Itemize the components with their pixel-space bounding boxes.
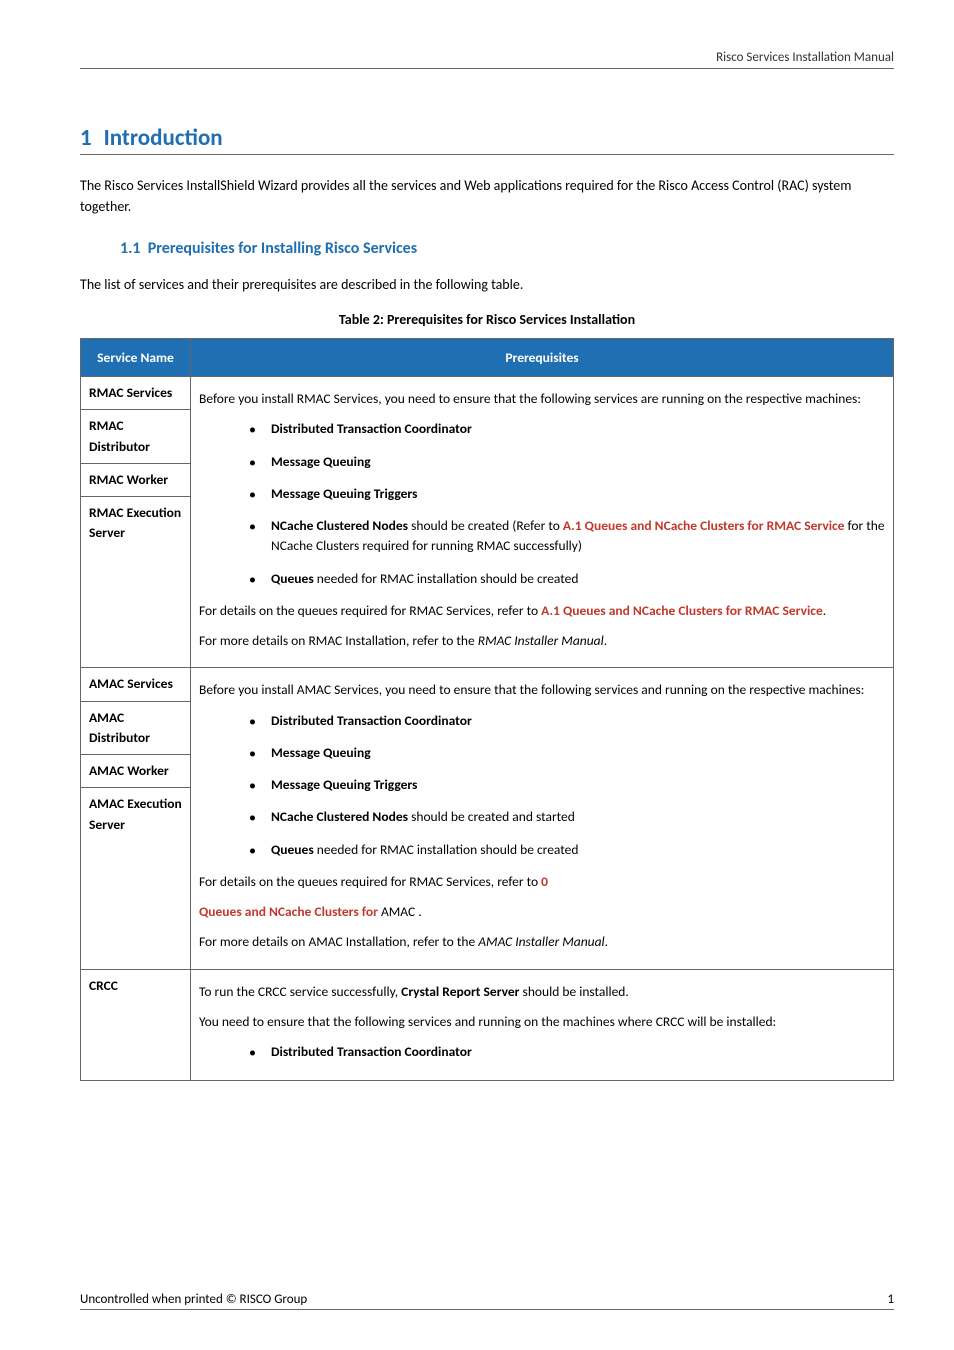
rmac-ref1-link: A.1 Queues and NCache Clusters for RMAC … — [541, 602, 823, 619]
amac-ref1-text: For details on the queues required for R… — [199, 873, 541, 890]
amac-ref3: For more details on AMAC Installation, r… — [199, 932, 885, 952]
subsection-heading: 1.1 Prerequisites for Installing Risco S… — [120, 239, 894, 258]
running-header: Risco Services Installation Manual — [80, 50, 894, 69]
amac-ref2: Queues and NCache Clusters for AMAC . — [199, 902, 885, 922]
service-name-cell: CRCC — [81, 969, 191, 1081]
amac-services-label: AMAC Services — [89, 675, 173, 692]
crcc-p2: You need to ensure that the following se… — [199, 1012, 885, 1032]
rmac-ref1: For details on the queues required for R… — [199, 601, 885, 621]
subsection-number: 1.1 — [120, 239, 141, 258]
page-footer: Uncontrolled when printed © RISCO Group … — [80, 1292, 894, 1310]
amac-lead: Before you install AMAC Services, you ne… — [199, 680, 885, 700]
table-caption: Table 2: Prerequisites for Risco Service… — [80, 311, 894, 328]
th-prerequisites: Prerequisites — [191, 339, 894, 377]
bullet-queues-text: needed for RMAC installation should be c… — [314, 570, 579, 587]
amac-ref2-link: Queues and NCache Clusters for — [199, 903, 381, 920]
table-row: CRCC To run the CRCC service successfull… — [81, 969, 894, 1081]
section-number: 1 — [80, 124, 92, 152]
footer-page-number: 1 — [887, 1292, 894, 1307]
bullet-dtc: Distributed Transaction Coordinator — [271, 420, 472, 437]
bullet-ncache-label: NCache Clustered Nodes — [271, 808, 408, 825]
crcc-bullets: Distributed Transaction Coordinator — [199, 1042, 885, 1062]
table-row: AMAC Services AMAC Distributor AMAC Work… — [81, 668, 894, 969]
crcc-p1-bold: Crystal Report Server — [401, 983, 519, 1000]
rmac-execution-server-label: RMAC Execution Server — [89, 504, 181, 541]
rmac-ref1-end: . — [823, 602, 826, 619]
amac-worker-label: AMAC Worker — [89, 762, 169, 779]
crcc-p1: To run the CRCC service successfully, Cr… — [199, 982, 885, 1002]
rmac-ref2: For more details on RMAC Installation, r… — [199, 631, 885, 651]
bullet-ncache-text: should be created and started — [408, 808, 575, 825]
section-title: Introduction — [104, 124, 223, 152]
rmac-worker-label: RMAC Worker — [89, 471, 168, 488]
rmac-distributor-label: RMAC Distributor — [89, 417, 150, 454]
bullet-mq: Message Queuing — [271, 744, 371, 761]
subsection-title: Prerequisites for Installing Risco Servi… — [148, 239, 417, 258]
prereq-cell: To run the CRCC service successfully, Cr… — [191, 969, 894, 1081]
rmac-ref2-text: For more details on RMAC Installation, r… — [199, 632, 478, 649]
rmac-ref2-manual: RMAC Installer Manual — [478, 632, 604, 649]
table-row: RMAC Services RMAC Distributor RMAC Work… — [81, 377, 894, 668]
th-service-name: Service Name — [81, 339, 191, 377]
amac-ref1: For details on the queues required for R… — [199, 872, 885, 892]
rmac-services-label: RMAC Services — [89, 384, 172, 401]
amac-ref1-link: 0 — [541, 873, 548, 890]
amac-execution-server-label: AMAC Execution Server — [89, 795, 182, 832]
rmac-ref2-end: . — [604, 632, 607, 649]
footer-left: Uncontrolled when printed © RISCO Group — [80, 1292, 307, 1307]
bullet-ncache-label: NCache Clustered Nodes — [271, 517, 408, 534]
prerequisites-table: Service Name Prerequisites RMAC Services… — [80, 338, 894, 1081]
prereq-cell: Before you install AMAC Services, you ne… — [191, 668, 894, 969]
crcc-p1-text2: should be installed. — [519, 983, 628, 1000]
amac-ref2-text: AMAC . — [381, 903, 422, 920]
rmac-ref1-text: For details on the queues required for R… — [199, 602, 541, 619]
bullet-mq: Message Queuing — [271, 453, 371, 470]
rmac-bullets: Distributed Transaction Coordinator Mess… — [199, 419, 885, 589]
bullet-ncache-ref: A.1 Queues and NCache Clusters for RMAC … — [563, 517, 845, 534]
amac-ref3-manual: AMAC Installer Manual — [478, 933, 604, 950]
bullet-queues-text: needed for RMAC installation should be c… — [314, 841, 579, 858]
bullet-dtc: Distributed Transaction Coordinator — [271, 712, 472, 729]
service-name-cell: AMAC Services AMAC Distributor AMAC Work… — [81, 668, 191, 969]
bullet-mqt: Message Queuing Triggers — [271, 776, 417, 793]
amac-ref3-end: . — [605, 933, 608, 950]
service-name-cell: RMAC Services RMAC Distributor RMAC Work… — [81, 377, 191, 668]
bullet-dtc: Distributed Transaction Coordinator — [271, 1043, 472, 1060]
rmac-lead: Before you install RMAC Services, you ne… — [199, 389, 885, 409]
bullet-queues-label: Queues — [271, 841, 314, 858]
intro-paragraph: The Risco Services InstallShield Wizard … — [80, 175, 894, 217]
amac-distributor-label: AMAC Distributor — [89, 709, 150, 746]
crcc-p1-text1: To run the CRCC service successfully, — [199, 983, 401, 1000]
amac-bullets: Distributed Transaction Coordinator Mess… — [199, 711, 885, 860]
bullet-ncache-text1: should be created (Refer to — [408, 517, 563, 534]
subsection-intro: The list of services and their prerequis… — [80, 274, 894, 295]
prereq-cell: Before you install RMAC Services, you ne… — [191, 377, 894, 668]
amac-ref3-text: For more details on AMAC Installation, r… — [199, 933, 478, 950]
bullet-mqt: Message Queuing Triggers — [271, 485, 417, 502]
section-heading: 1 Introduction — [80, 124, 894, 155]
bullet-queues-label: Queues — [271, 570, 314, 587]
